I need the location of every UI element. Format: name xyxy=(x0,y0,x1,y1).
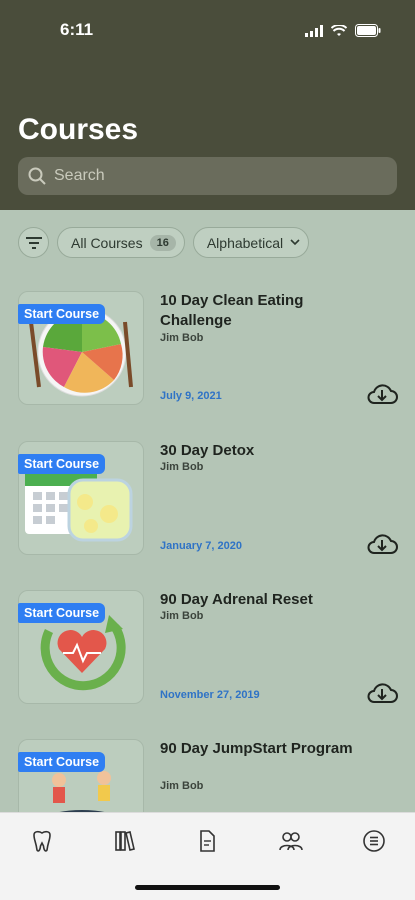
course-date: January 7, 2020 xyxy=(160,540,242,552)
header: 6:11 Courses xyxy=(0,0,415,210)
search-bar[interactable] xyxy=(18,157,397,195)
course-item[interactable]: Start Course 10 Day Clean Eating Challen… xyxy=(0,289,415,419)
page-title: Courses xyxy=(18,113,139,146)
course-date: November 27, 2019 xyxy=(160,689,260,701)
wifi-icon xyxy=(331,24,347,36)
course-item[interactable]: Start Course 90 Day Adrenal Reset Jim Bo… xyxy=(0,588,415,718)
tab-community[interactable] xyxy=(277,827,305,855)
course-title: 30 Day Detox xyxy=(160,442,255,459)
status-time: 6:11 xyxy=(60,20,94,39)
start-course-badge[interactable]: Start Course xyxy=(18,454,106,474)
status-bar: 6:11 xyxy=(0,20,415,44)
sort-label: Alphabetical xyxy=(206,234,284,251)
start-course-badge[interactable]: Start Course xyxy=(18,603,106,623)
library-icon xyxy=(115,831,135,851)
start-course-badge[interactable]: Start Course xyxy=(18,752,106,772)
category-chip[interactable]: All Courses 16 xyxy=(57,227,185,258)
cellular-signal-icon xyxy=(305,24,323,37)
category-count-badge: 16 xyxy=(149,234,176,251)
people-icon xyxy=(279,832,303,851)
course-author: Jim Bob xyxy=(160,332,204,344)
search-icon xyxy=(28,167,46,185)
course-title: 90 Day JumpStart Program xyxy=(160,740,353,757)
chevron-down-icon xyxy=(290,239,300,246)
course-author: Jim Bob xyxy=(160,780,204,792)
tab-tooth[interactable] xyxy=(28,827,56,855)
course-author: Jim Bob xyxy=(160,461,204,473)
course-author: Jim Bob xyxy=(160,610,204,622)
course-title: 90 Day Adrenal Reset xyxy=(160,591,313,608)
jumpstart-illustration xyxy=(52,771,111,812)
course-title: 10 Day Clean Eating Challenge xyxy=(160,292,304,329)
filter-row: All Courses 16 Alphabetical xyxy=(18,227,310,258)
course-item[interactable]: Start Course 90 Day JumpStart Program Ji… xyxy=(0,737,415,812)
home-indicator[interactable] xyxy=(135,885,280,890)
menu-list-icon xyxy=(363,830,385,852)
start-course-badge[interactable]: Start Course xyxy=(18,304,106,324)
cloud-download-icon[interactable] xyxy=(366,531,398,557)
sort-chip[interactable]: Alphabetical xyxy=(192,227,310,258)
tab-documents[interactable] xyxy=(193,827,221,855)
tooth-icon xyxy=(33,830,51,852)
cloud-download-icon[interactable] xyxy=(366,680,398,706)
tab-menu[interactable] xyxy=(360,827,388,855)
document-icon xyxy=(200,830,215,852)
search-input[interactable] xyxy=(54,167,354,185)
course-thumbnail xyxy=(18,739,144,812)
course-item[interactable]: Start Course 30 Day Detox Jim Bob Januar… xyxy=(0,439,415,569)
filter-button[interactable] xyxy=(18,227,49,258)
filter-icon xyxy=(25,236,42,249)
status-icons xyxy=(305,24,381,37)
category-label: All Courses xyxy=(71,234,143,251)
battery-icon xyxy=(355,24,381,37)
tab-library[interactable] xyxy=(111,827,139,855)
course-date: July 9, 2021 xyxy=(160,390,222,402)
cloud-download-icon[interactable] xyxy=(366,381,398,407)
